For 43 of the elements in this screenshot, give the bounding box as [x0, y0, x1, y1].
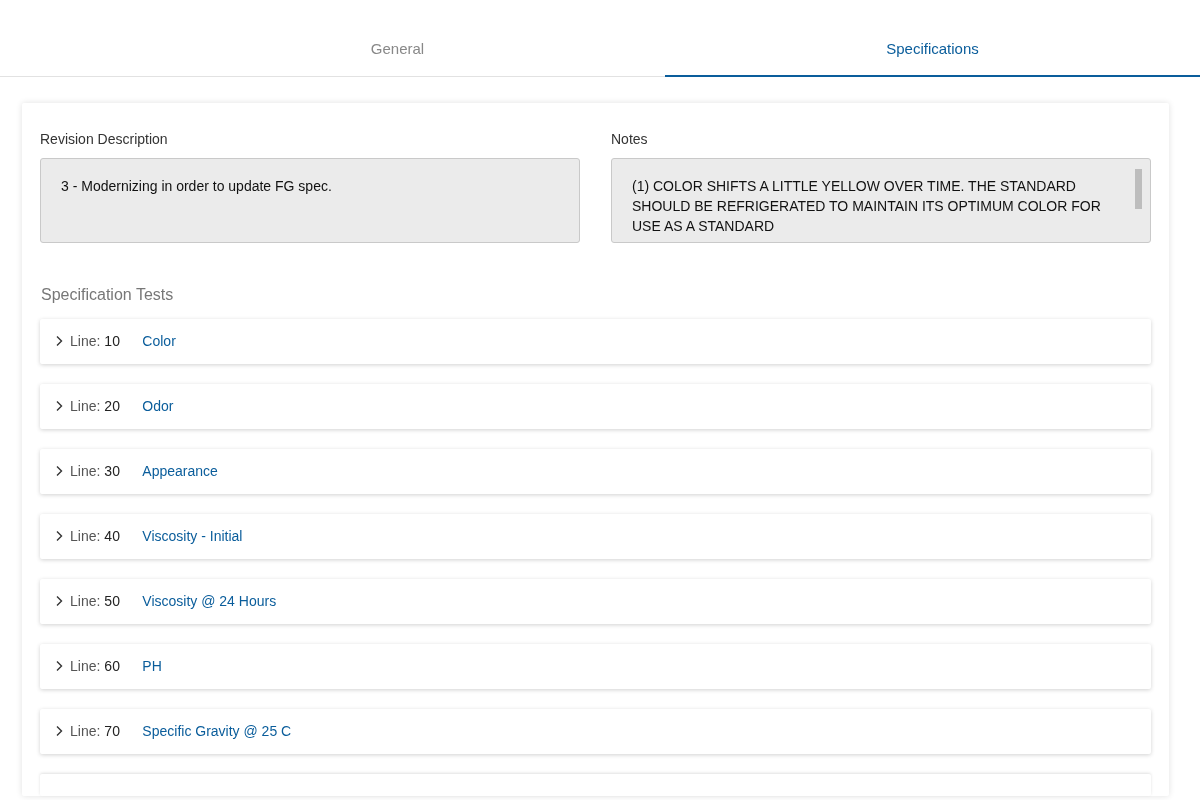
chevron-icon[interactable] [54, 595, 64, 607]
chevron-icon[interactable] [54, 335, 64, 347]
section-heading: Specification Tests [41, 284, 174, 305]
line-number: 20 [104, 396, 121, 416]
line-number: 70 [104, 721, 121, 741]
line-number: 60 [104, 656, 121, 676]
test-name-link[interactable]: Color [142, 330, 176, 352]
test-name-link[interactable]: Appearance [142, 460, 218, 482]
chevron-icon[interactable] [54, 465, 64, 477]
tab[interactable]: General [130, 24, 665, 77]
test-row[interactable]: Line: 10 Color [40, 318, 1151, 364]
test-row[interactable]: Line: 20 Odor [40, 383, 1151, 429]
test-row[interactable]: Line: 30 Appearance [40, 448, 1151, 494]
field-label: Revision Description [40, 129, 168, 149]
line-label: Line: [70, 526, 101, 546]
line-label: Line: [70, 591, 101, 611]
field-label: Notes [611, 129, 648, 149]
test-row[interactable]: Line: 60 PH [40, 643, 1151, 689]
line-label: Line: [70, 461, 101, 481]
line-label: Line: [70, 656, 101, 676]
test-name-link[interactable]: Odor [142, 395, 174, 417]
line-label: Line: [70, 331, 101, 351]
test-name-link[interactable]: Viscosity @ 24 Hours [142, 590, 277, 612]
line-label: Line: [70, 721, 101, 741]
revision-description-field[interactable]: 3 - Modernizing in order to update FG spec. [40, 157, 580, 243]
line-label: Line: [70, 396, 101, 416]
line-number: 30 [104, 461, 121, 481]
tab[interactable]: Specifications [665, 24, 1200, 77]
test-name-link[interactable]: PH [142, 655, 162, 677]
test-row[interactable]: Line: 50 Viscosity @ 24 Hours [40, 578, 1151, 624]
test-name-link[interactable]: Viscosity - Initial [142, 525, 243, 547]
line-number: 40 [104, 526, 121, 546]
chevron-icon[interactable] [54, 725, 64, 737]
test-row[interactable]: Line: 40 Viscosity - Initial [40, 513, 1151, 559]
chevron-icon[interactable] [54, 530, 64, 542]
test-row[interactable]: Line: 70 Specific Gravity @ 25 C [40, 708, 1151, 754]
chevron-icon[interactable] [54, 400, 64, 412]
line-number: 10 [104, 331, 121, 351]
test-name-link[interactable]: Specific Gravity @ 25 C [142, 720, 292, 742]
line-number: 50 [104, 591, 121, 611]
notes-field[interactable]: (1) COLOR SHIFTS A LITTLE YELLOW OVER TIME. THE STANDARD SHOULD BE REFRIGERATED TO MAINTAIN ITS OPTIMUM COLOR FOR USE AS A STANDARD [611, 157, 1151, 243]
chevron-icon[interactable] [54, 660, 64, 672]
scrollbar-thumb[interactable] [1135, 168, 1142, 209]
